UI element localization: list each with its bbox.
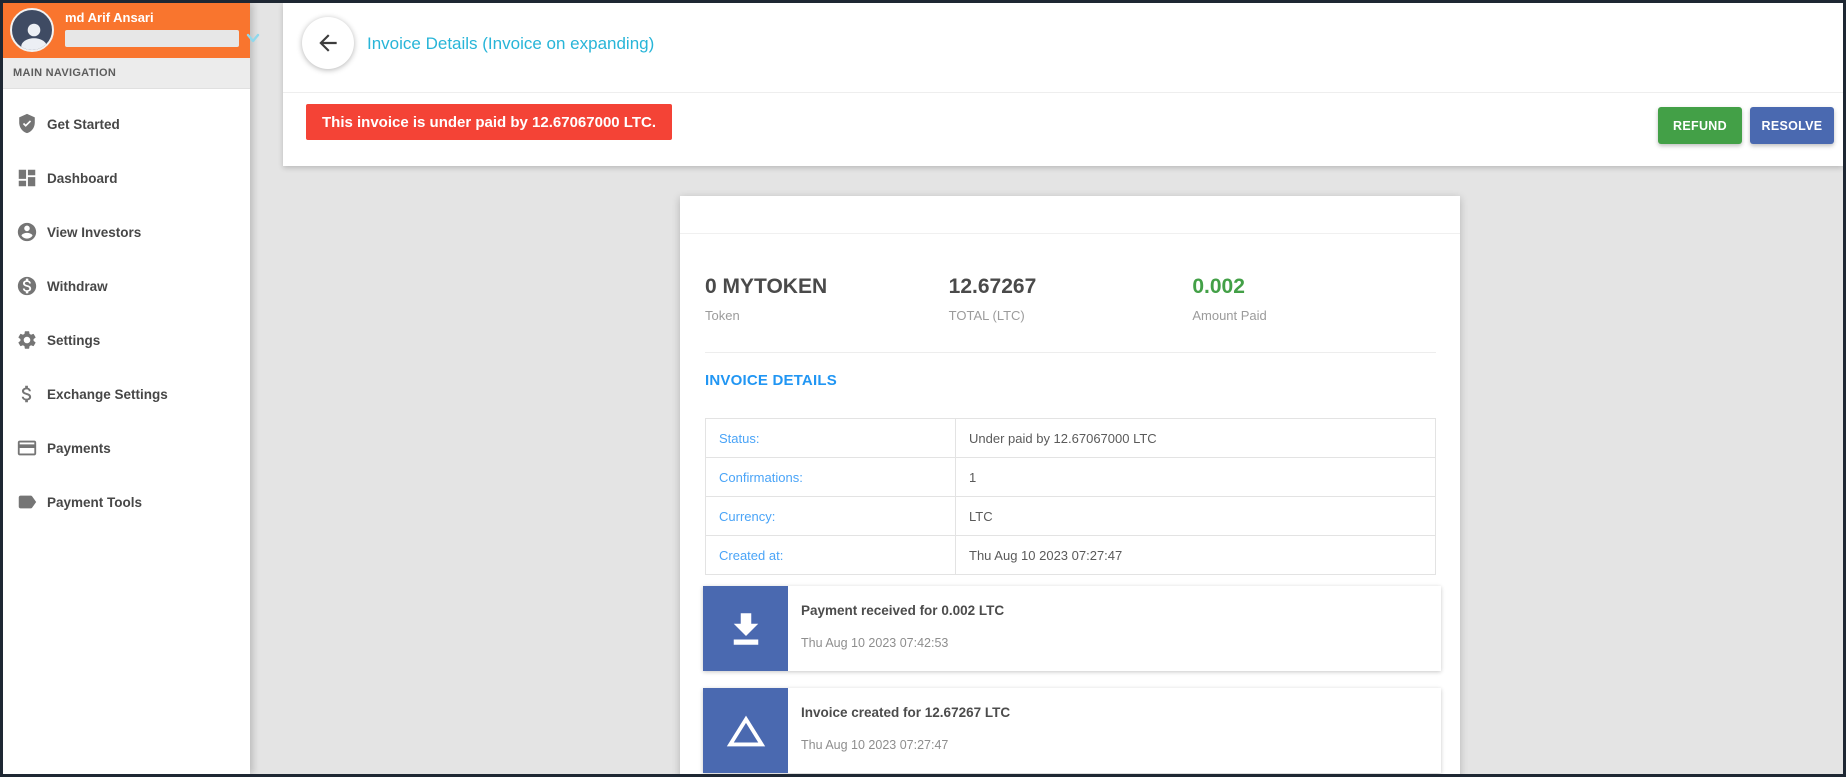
stat-token: 0 MYTOKEN Token bbox=[705, 275, 949, 323]
sidebar-item-exchange-settings[interactable]: Exchange Settings bbox=[3, 367, 250, 421]
nav-section-header: MAIN NAVIGATION bbox=[3, 58, 250, 89]
table-row: Confirmations: 1 bbox=[705, 457, 1436, 497]
sidebar-item-label: Exchange Settings bbox=[47, 386, 168, 402]
sidebar-item-label: View Investors bbox=[47, 224, 142, 240]
avatar bbox=[10, 8, 54, 52]
app-viewport: md Arif Ansari MAIN NAVIGATION Get Start… bbox=[0, 0, 1846, 777]
stat-amount-paid-label: Amount Paid bbox=[1192, 308, 1267, 323]
detail-value: Thu Aug 10 2023 07:27:47 bbox=[955, 535, 1436, 575]
person-circle-icon bbox=[17, 222, 37, 242]
sidebar: md Arif Ansari MAIN NAVIGATION Get Start… bbox=[3, 3, 260, 774]
detail-label: Status: bbox=[705, 418, 956, 458]
event-invoice-created: Invoice created for 12.67267 LTC Thu Aug… bbox=[703, 688, 1441, 773]
sidebar-item-view-investors[interactable]: View Investors bbox=[3, 205, 250, 259]
stat-total: 12.67267 TOTAL (LTC) bbox=[949, 275, 1193, 323]
detail-label: Currency: bbox=[705, 496, 956, 536]
header-panel: Invoice Details (Invoice on expanding) T… bbox=[283, 3, 1843, 166]
shield-check-icon bbox=[19, 113, 35, 134]
sidebar-item-withdraw[interactable]: Withdraw bbox=[3, 259, 250, 313]
refund-button[interactable]: REFUND bbox=[1658, 107, 1742, 144]
nav-list: Get Started Dashboard View Investors Wit… bbox=[3, 97, 250, 529]
event-title: Payment received for 0.002 LTC bbox=[801, 603, 1005, 618]
dollar-sign-icon bbox=[21, 385, 32, 403]
invoice-card: 0 MYTOKEN Token 12.67267 TOTAL (LTC) 0.0… bbox=[680, 196, 1460, 774]
user-name: md Arif Ansari bbox=[65, 10, 154, 25]
sidebar-item-label: Settings bbox=[47, 332, 101, 348]
sidebar-item-payments[interactable]: Payments bbox=[3, 421, 250, 475]
stat-total-value: 12.67267 bbox=[948, 275, 1037, 298]
table-row: Currency: LTC bbox=[705, 496, 1436, 536]
invoice-details-heading: INVOICE DETAILS bbox=[705, 372, 837, 389]
sidebar-item-get-started[interactable]: Get Started bbox=[3, 97, 250, 151]
credit-card-icon bbox=[17, 440, 37, 456]
detail-label: Confirmations: bbox=[705, 457, 956, 497]
sidebar-item-label: Payments bbox=[47, 440, 111, 456]
stat-amount-paid: 0.002 Amount Paid bbox=[1192, 275, 1436, 323]
detail-label: Created at: bbox=[705, 535, 956, 575]
back-arrow-icon bbox=[319, 34, 337, 52]
dollar-circle-icon bbox=[17, 276, 37, 296]
event-payment-received: Payment received for 0.002 LTC Thu Aug 1… bbox=[703, 586, 1441, 671]
detail-value: LTC bbox=[955, 496, 1436, 536]
sidebar-item-settings[interactable]: Settings bbox=[3, 313, 250, 367]
resolve-button[interactable]: RESOLVE bbox=[1750, 107, 1834, 144]
stat-total-label: TOTAL (LTC) bbox=[948, 308, 1025, 323]
sidebar-item-label: Dashboard bbox=[47, 170, 118, 186]
sidebar-item-label: Payment Tools bbox=[47, 494, 143, 510]
stats-divider bbox=[705, 352, 1436, 353]
dashboard-grid-icon bbox=[18, 169, 36, 187]
gear-icon bbox=[18, 331, 36, 349]
nav-section-label: MAIN NAVIGATION bbox=[13, 67, 117, 79]
table-row: Created at: Thu Aug 10 2023 07:27:47 bbox=[705, 535, 1436, 575]
event-timestamp: Thu Aug 10 2023 07:42:53 bbox=[801, 636, 949, 650]
sidebar-item-label: Get Started bbox=[47, 116, 120, 132]
chevron-down-icon bbox=[245, 31, 261, 50]
user-panel: md Arif Ansari bbox=[3, 3, 260, 58]
sidebar-item-payment-tools[interactable]: Payment Tools bbox=[3, 475, 250, 529]
invoice-stats: 0 MYTOKEN Token 12.67267 TOTAL (LTC) 0.0… bbox=[705, 275, 1436, 323]
detail-value: Under paid by 12.67067000 LTC bbox=[955, 418, 1436, 458]
sidebar-item-dashboard[interactable]: Dashboard bbox=[3, 151, 250, 205]
event-title: Invoice created for 12.67267 LTC bbox=[801, 705, 1011, 720]
stat-token-value: 0 MYTOKEN bbox=[705, 275, 828, 298]
person-silhouette-icon bbox=[21, 23, 47, 50]
sidebar-item-label: Withdraw bbox=[47, 278, 108, 294]
table-row: Status: Under paid by 12.67067000 LTC bbox=[705, 418, 1436, 458]
back-button[interactable] bbox=[302, 17, 354, 69]
triangle-icon bbox=[703, 688, 788, 773]
stat-token-label: Token bbox=[705, 308, 740, 323]
tag-icon bbox=[18, 495, 37, 509]
user-dropdown[interactable] bbox=[65, 30, 260, 47]
invoice-details-table: Status: Under paid by 12.67067000 LTC Co… bbox=[705, 418, 1436, 575]
detail-value: 1 bbox=[955, 457, 1436, 497]
card-top-strip bbox=[680, 196, 1460, 234]
stat-amount-paid-value: 0.002 bbox=[1192, 275, 1245, 298]
event-timestamp: Thu Aug 10 2023 07:27:47 bbox=[801, 738, 949, 752]
header-divider bbox=[283, 92, 1843, 93]
page-title: Invoice Details (Invoice on expanding) bbox=[367, 34, 655, 53]
underpaid-alert: This invoice is under paid by 12.6706700… bbox=[306, 104, 673, 140]
download-icon bbox=[703, 586, 788, 671]
